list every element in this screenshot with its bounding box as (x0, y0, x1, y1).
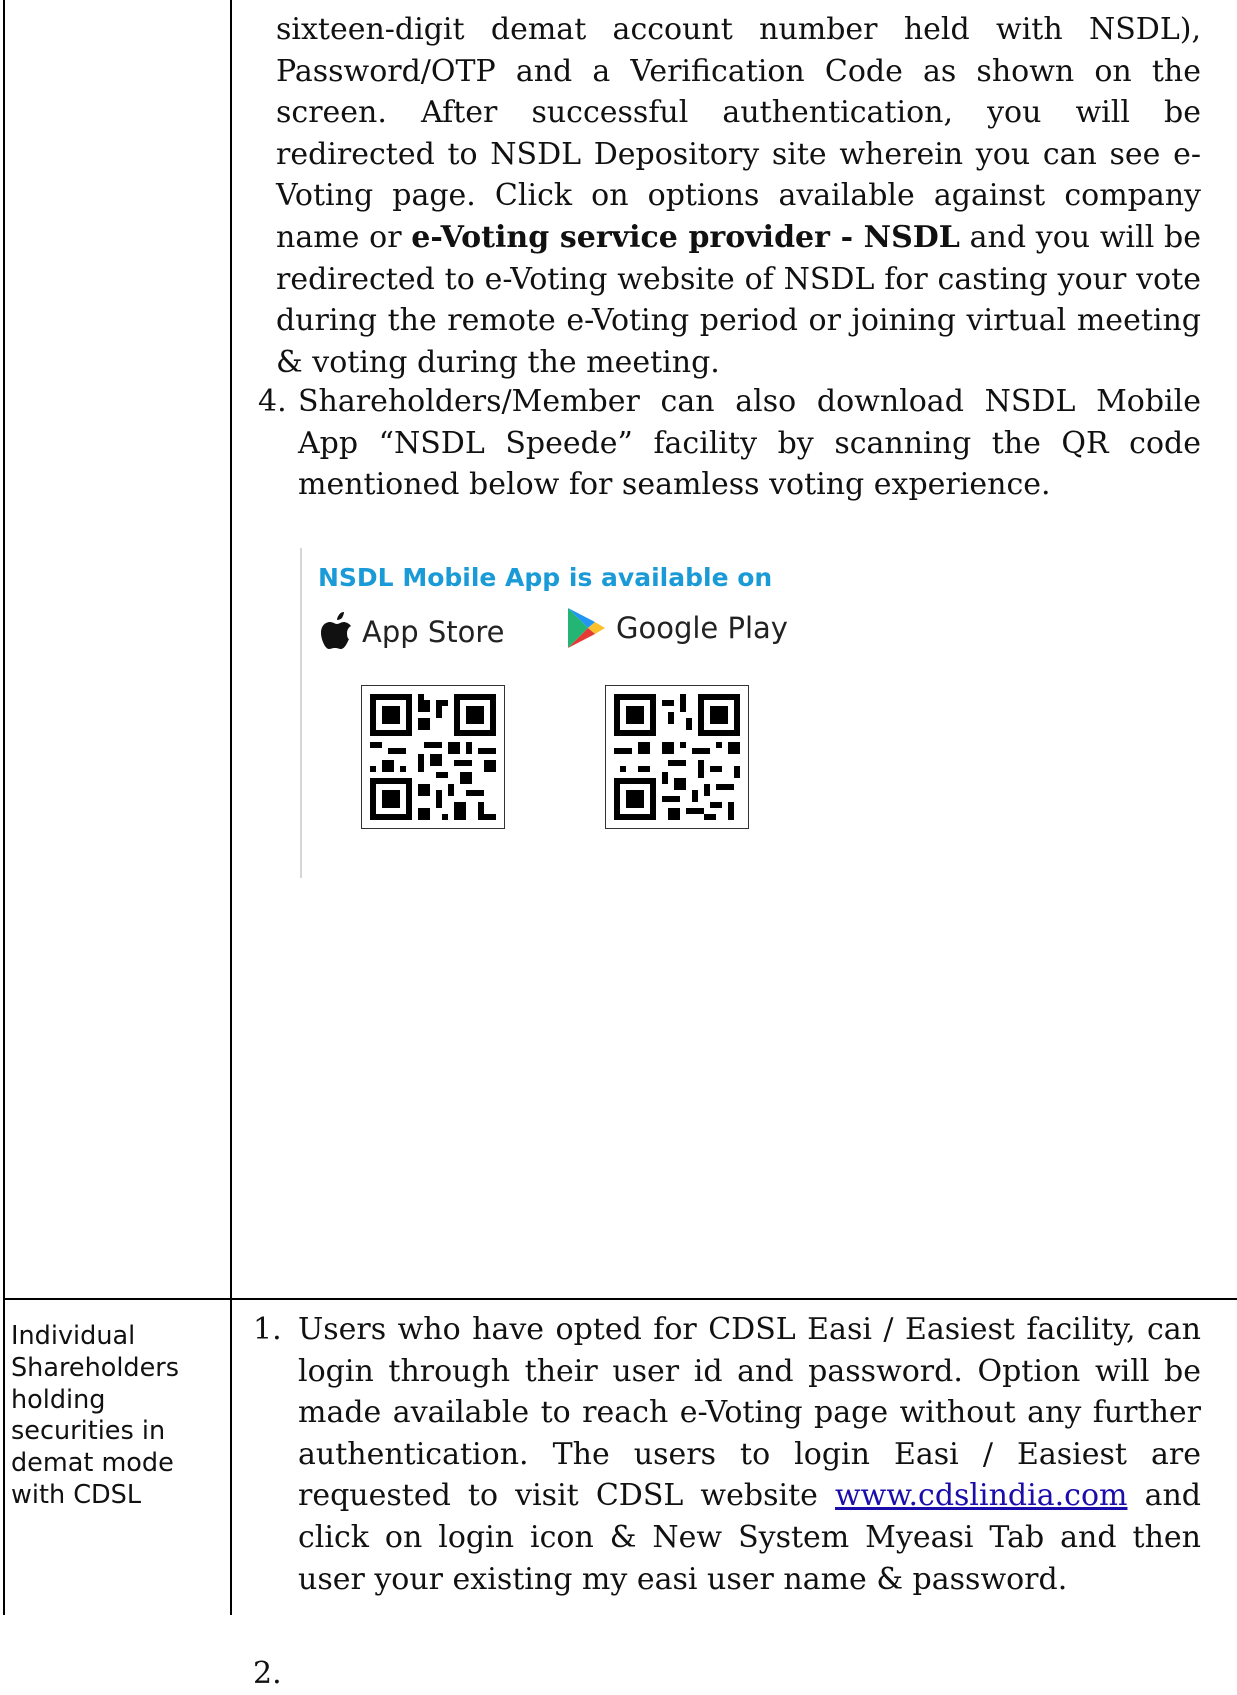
app-box-rule (300, 548, 302, 878)
item-2-number: 2. (253, 1656, 282, 1691)
cdsl-website-link[interactable]: www.cdslindia.com (835, 1478, 1127, 1513)
google-play-label: Google Play (616, 611, 788, 645)
apple-icon (318, 612, 354, 652)
item-1-number: 1. (253, 1312, 282, 1347)
item-1-text: Users who have opted for CDSL Easi / Eas… (298, 1312, 1201, 1597)
google-play-badge[interactable]: Google Play (566, 607, 788, 649)
item-4-number: 4. (258, 384, 287, 419)
google-play-qr-code (605, 685, 749, 829)
google-play-icon (566, 607, 606, 649)
item-4-text: Shareholders/Member can also download NS… (298, 384, 1201, 503)
app-box-title: NSDL Mobile App is available on (318, 563, 773, 592)
nsdl-login-paragraph: sixteen-digit demat account number held … (276, 12, 1201, 380)
table-column-divider (230, 0, 232, 1615)
app-store-qr-code (361, 685, 505, 829)
app-store-badge[interactable]: App Store (318, 612, 505, 652)
table-left-border (3, 0, 5, 1615)
app-store-label: App Store (362, 615, 505, 649)
nsdl-provider-bold: e-Voting service provider - NSDL (411, 219, 960, 255)
cdsl-category-label: Individual Shareholders holding securiti… (11, 1321, 180, 1510)
table-row-divider (3, 1298, 1237, 1300)
